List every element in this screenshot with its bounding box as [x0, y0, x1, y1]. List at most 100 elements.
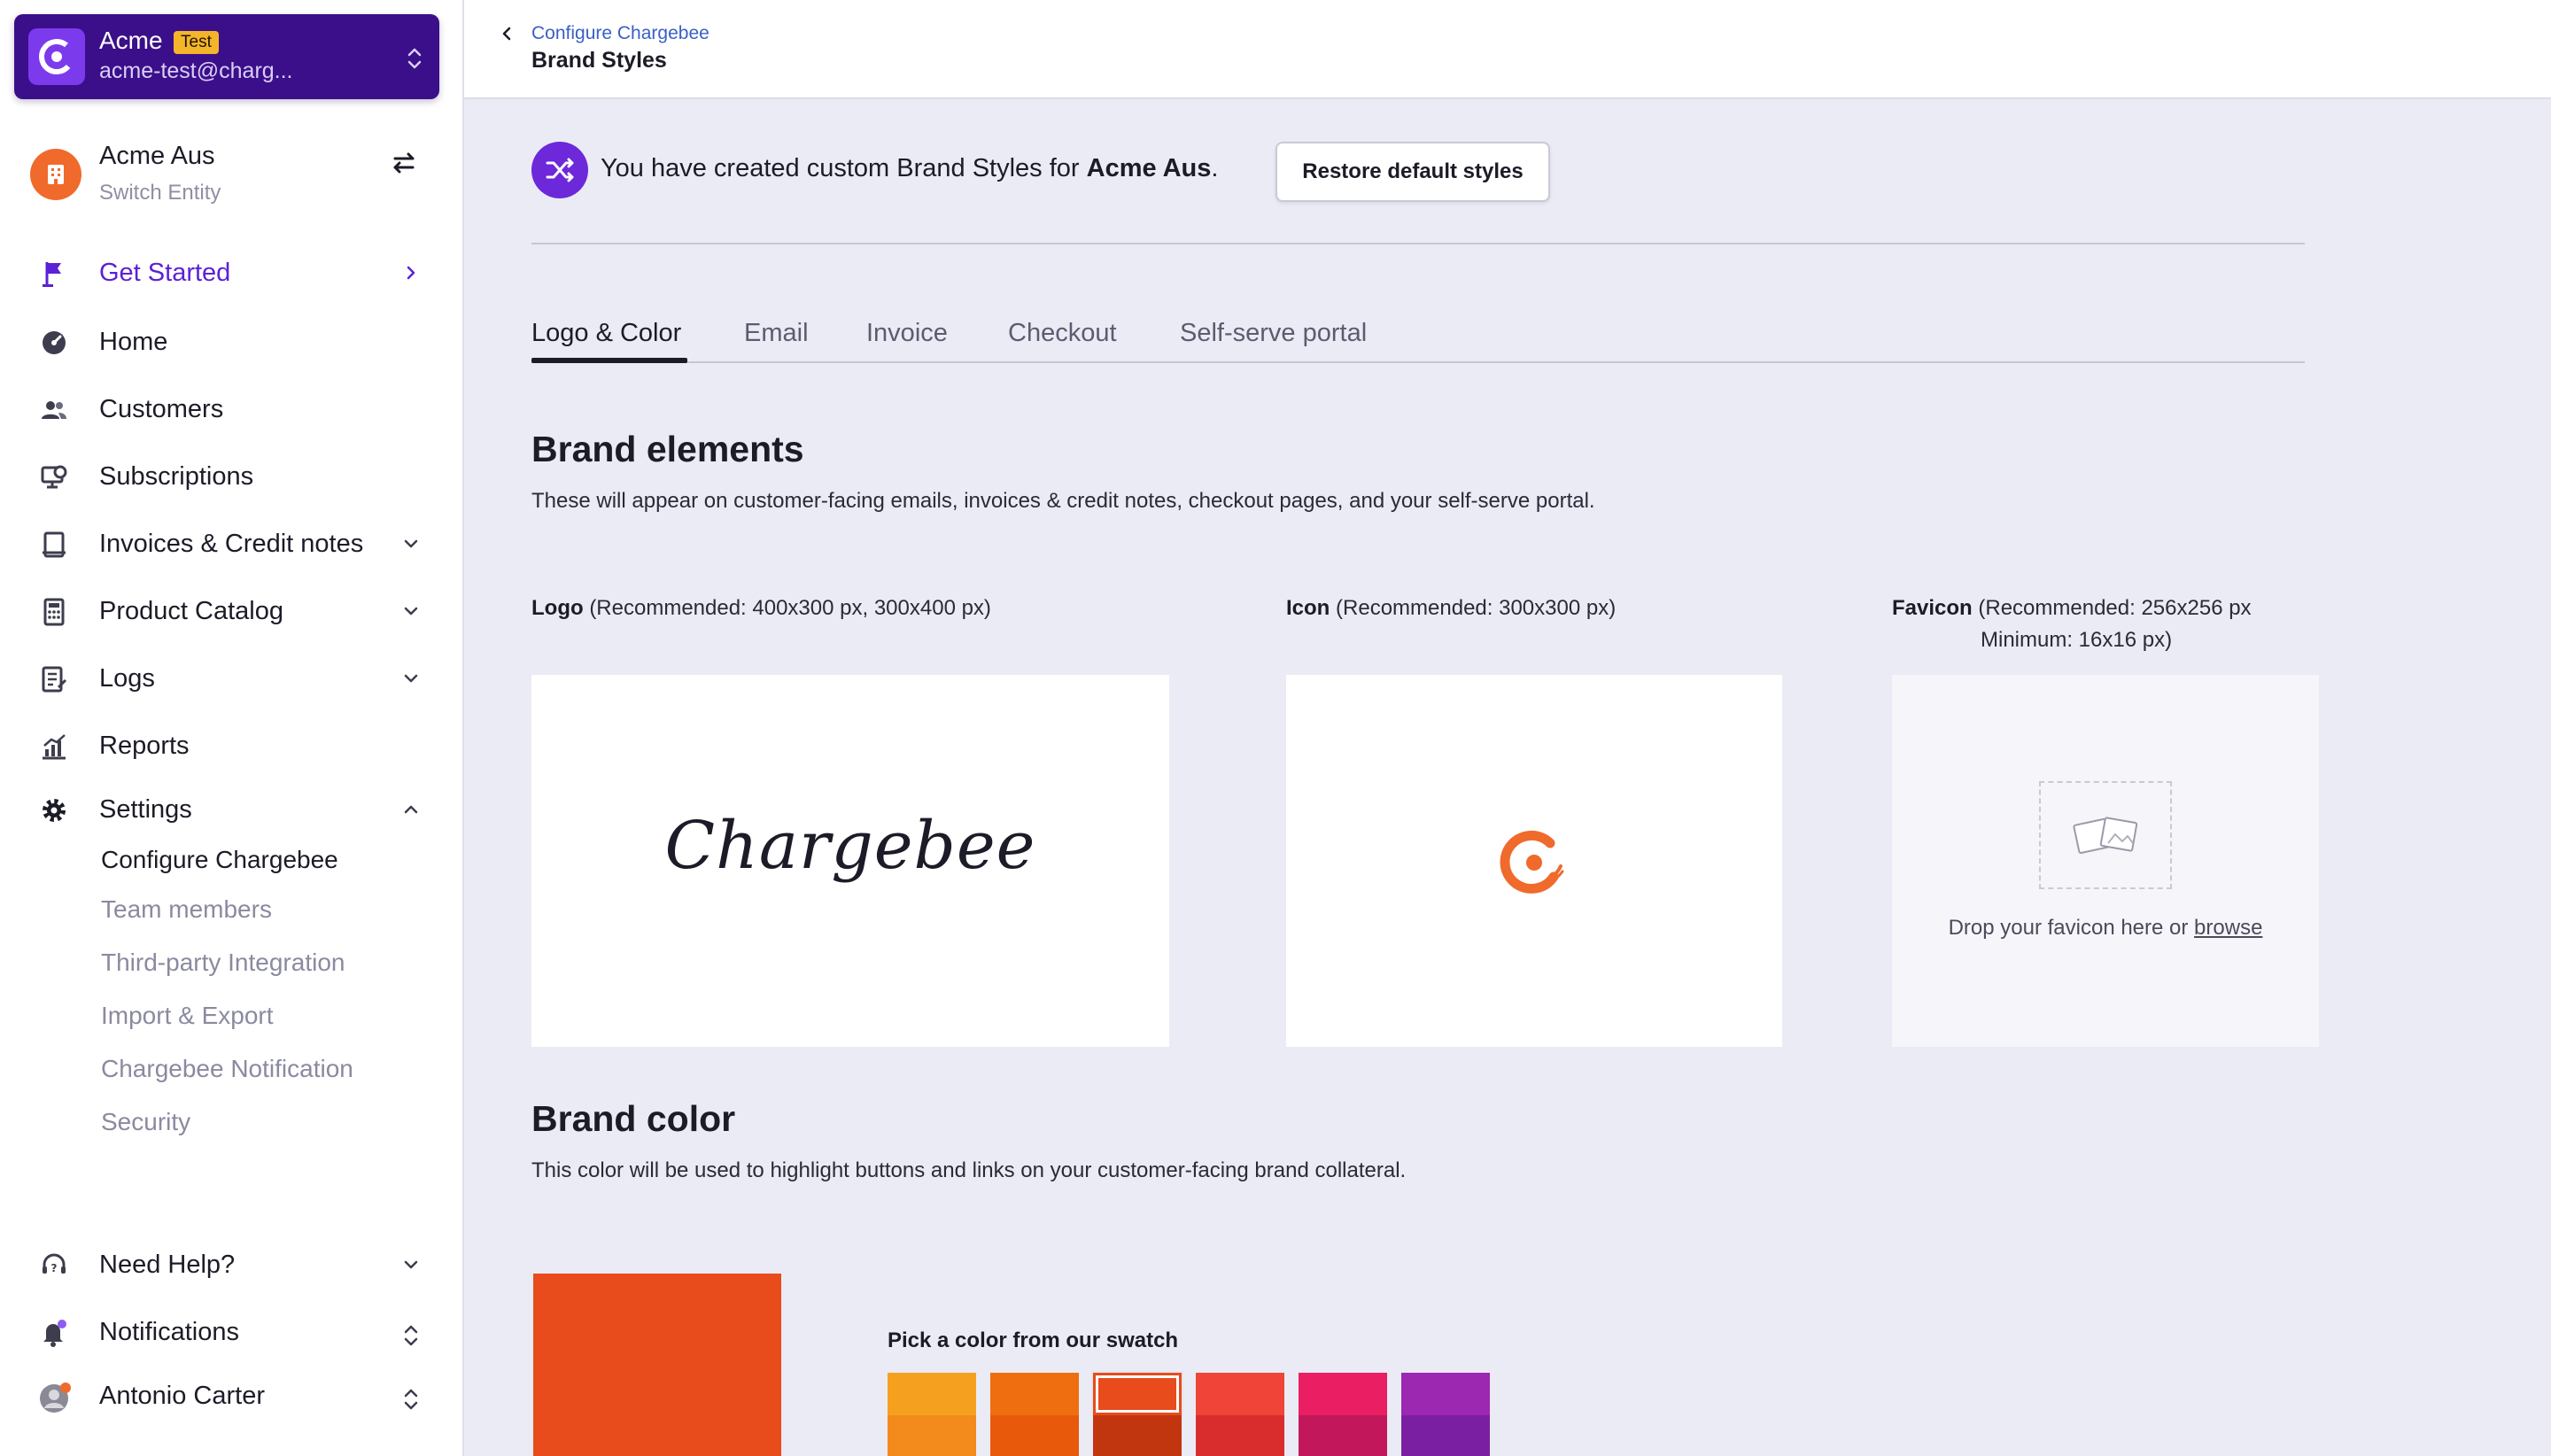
chevron-right-icon	[402, 264, 420, 286]
nav-notifications[interactable]: Notifications	[39, 1305, 420, 1359]
test-mode-badge: Test	[174, 31, 219, 54]
notice-period: .	[1211, 154, 1219, 182]
settings-third-party-integration[interactable]: Third-party Integration	[101, 949, 345, 977]
chevron-down-icon	[402, 670, 420, 692]
tab-logo-color[interactable]: Logo & Color	[531, 319, 681, 348]
active-tab-indicator	[531, 358, 687, 363]
nav-label: Antonio Carter	[99, 1382, 265, 1410]
icon-label-title: Icon	[1286, 596, 1330, 620]
users-icon	[39, 395, 69, 425]
nav-need-help[interactable]: ? Need Help?	[39, 1238, 420, 1291]
dashboard-gauge-icon	[39, 328, 69, 358]
icon-hint: (Recommended: 300x300 px)	[1336, 596, 1617, 620]
tab-self-serve-portal[interactable]: Self-serve portal	[1180, 319, 1367, 348]
brand-color-description: This color will be used to highlight but…	[531, 1158, 1407, 1182]
tab-email[interactable]: Email	[744, 319, 809, 348]
favicon-drop-label: Drop your favicon here or	[1948, 916, 2195, 940]
log-document-icon	[39, 664, 69, 694]
avatar	[39, 1382, 71, 1413]
brand-color-title: Brand color	[531, 1098, 736, 1139]
chargebee-c-icon	[1495, 824, 1573, 906]
logo-hint: (Recommended: 400x300 px, 300x400 px)	[589, 596, 991, 620]
favicon-upload-area[interactable]: Drop your favicon here or browse	[1892, 675, 2319, 1047]
nav-label: Product Catalog	[99, 597, 283, 625]
tab-invoice[interactable]: Invoice	[866, 319, 948, 348]
help-headset-icon: ?	[39, 1251, 69, 1281]
favicon-hint-minimum: Minimum: 16x16 px)	[1981, 628, 2173, 652]
flag-icon	[39, 259, 69, 289]
brand-elements-title: Brand elements	[531, 429, 804, 469]
swatch-label: Pick a color from our swatch	[888, 1328, 1179, 1352]
brand-style-tabs: Logo & Color Email Invoice Checkout Self…	[531, 315, 2305, 363]
entity-subtitle: Switch Entity	[99, 181, 221, 205]
color-swatch-selected[interactable]	[1093, 1373, 1182, 1456]
color-swatch[interactable]	[1299, 1373, 1387, 1456]
chevron-down-icon	[402, 602, 420, 624]
logo-label-title: Logo	[531, 596, 584, 620]
favicon-browse-link[interactable]: browse	[2194, 916, 2262, 940]
nav-label: Need Help?	[99, 1251, 236, 1279]
color-swatch[interactable]	[888, 1373, 976, 1456]
nav-customers[interactable]: Customers	[39, 383, 420, 436]
nav-get-started[interactable]: Get Started	[39, 246, 420, 299]
account-switcher[interactable]: Acme Test acme-test@charg...	[14, 14, 439, 99]
sidebar: Acme Test acme-test@charg... Acme Aus Sw…	[0, 0, 464, 1456]
nav-label: Invoices & Credit notes	[99, 530, 364, 558]
favicon-hint: (Recommended: 256x256 px	[1978, 596, 2252, 620]
chargebee-wordmark-logo: Chargebee	[664, 808, 1036, 884]
nav-invoices[interactable]: Invoices & Credit notes	[39, 517, 420, 570]
nav-label: Reports	[99, 732, 190, 760]
settings-import-export[interactable]: Import & Export	[101, 1002, 274, 1030]
chevron-up-icon	[402, 801, 420, 823]
nav-label: Home	[99, 328, 168, 356]
settings-configure-chargebee[interactable]: Configure Chargebee	[101, 846, 338, 874]
breadcrumb[interactable]: Configure Chargebee	[531, 23, 709, 44]
nav-label: Settings	[99, 795, 192, 824]
settings-chargebee-notification[interactable]: Chargebee Notification	[101, 1055, 353, 1083]
favicon-label: Favicon (Recommended: 256x256 px Minimum…	[1892, 592, 2252, 656]
nav-logs[interactable]: Logs	[39, 652, 420, 705]
custom-styles-notice: You have created custom Brand Styles for…	[601, 154, 1218, 183]
bar-chart-icon	[39, 732, 69, 762]
nav-label: Get Started	[99, 259, 231, 287]
entity-switcher[interactable]: Acme Aus Switch Entity	[30, 142, 429, 213]
nav-label: Subscriptions	[99, 462, 254, 491]
chevron-up-down-icon[interactable]	[406, 46, 423, 75]
nav-home[interactable]: Home	[39, 315, 420, 368]
settings-security[interactable]: Security	[101, 1108, 190, 1136]
nav-product-catalog[interactable]: Product Catalog	[39, 585, 420, 638]
nav-label: Logs	[99, 664, 155, 693]
entity-name: Acme Aus	[99, 142, 215, 170]
logo-label: Logo (Recommended: 400x300 px, 300x400 p…	[531, 592, 991, 624]
nav-label: Notifications	[99, 1318, 239, 1346]
color-swatch[interactable]	[1196, 1373, 1284, 1456]
notice-entity-name: Acme Aus	[1086, 154, 1212, 182]
nav-user-profile[interactable]: Antonio Carter	[39, 1369, 420, 1422]
tab-checkout[interactable]: Checkout	[1008, 319, 1117, 348]
page-header: Configure Chargebee Brand Styles	[464, 0, 2551, 99]
nav-reports[interactable]: Reports	[39, 719, 420, 772]
building-icon	[30, 149, 81, 200]
gear-icon	[39, 795, 69, 825]
brand-color-preview[interactable]	[533, 1274, 781, 1456]
icon-upload-area[interactable]	[1286, 675, 1782, 1047]
settings-team-members[interactable]: Team members	[101, 895, 272, 924]
subscription-icon	[39, 462, 69, 492]
favicon-dropzone[interactable]	[2039, 781, 2172, 889]
restore-default-styles-button[interactable]: Restore default styles	[1276, 142, 1550, 202]
bell-icon	[39, 1318, 69, 1348]
chevron-left-icon[interactable]	[500, 25, 514, 47]
nav-settings[interactable]: Settings	[39, 783, 420, 836]
logo-upload-area[interactable]: Chargebee	[531, 675, 1169, 1047]
brand-elements-description: These will appear on customer-facing ema…	[531, 489, 1595, 513]
account-email: acme-test@charg...	[99, 58, 293, 83]
color-swatch[interactable]	[990, 1373, 1079, 1456]
nav-subscriptions[interactable]: Subscriptions	[39, 450, 420, 503]
nav-label: Customers	[99, 395, 224, 423]
color-swatch[interactable]	[1401, 1373, 1490, 1456]
switch-arrows-icon[interactable]	[390, 149, 418, 182]
chevron-down-icon	[402, 535, 420, 557]
page-title: Brand Styles	[531, 48, 667, 73]
account-name: Acme	[99, 27, 163, 54]
shuffle-icon	[531, 142, 588, 198]
